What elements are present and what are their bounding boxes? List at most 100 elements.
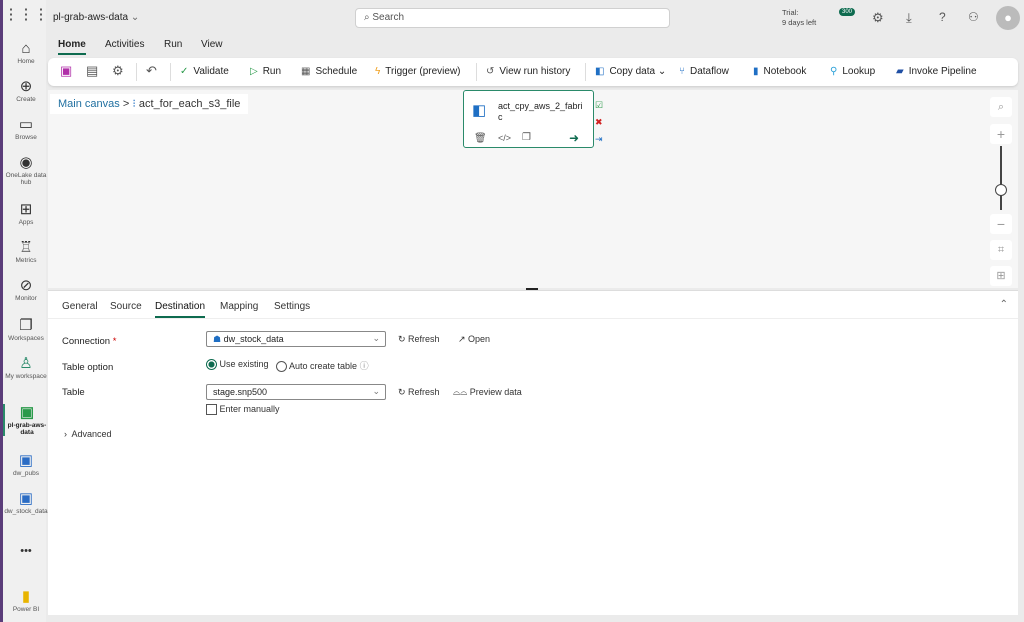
metrics-icon: ♖: [19, 239, 33, 256]
tab-mapping[interactable]: Mapping: [220, 301, 258, 312]
select-value: stage.snp500: [213, 387, 268, 397]
create-icon: ⊕: [19, 78, 33, 95]
nav-dw-pubs[interactable]: ▣ dw_pubs: [3, 452, 49, 477]
nav-label: Browse: [15, 134, 37, 141]
on-completion-icon[interactable]: ⇥: [595, 134, 603, 145]
app-launcher-icon[interactable]: ⋮⋮⋮: [3, 6, 49, 24]
lookup-button[interactable]: ⚲ Lookup: [830, 66, 875, 77]
on-fail-icon[interactable]: ✖: [595, 117, 603, 128]
add-output-icon[interactable]: ➜: [569, 131, 579, 145]
table-option-label: Table option: [62, 362, 114, 373]
delete-icon[interactable]: 🗑: [474, 133, 487, 144]
nav-workspaces[interactable]: ❐ Workspaces: [3, 317, 49, 342]
schedule-button[interactable]: ▦ Schedule: [301, 66, 357, 77]
nav-monitor[interactable]: ⊘ Monitor: [3, 277, 49, 302]
nav-label: OneLake data hub: [5, 172, 47, 186]
validate-button[interactable]: ✓ Validate: [180, 66, 229, 77]
collapse-panel-icon[interactable]: ⌃: [1000, 299, 1008, 310]
table-refresh-button[interactable]: ↻ Refresh: [398, 387, 440, 398]
button-label: Refresh: [408, 387, 440, 397]
notebook-button[interactable]: ▮ Notebook: [753, 66, 806, 77]
canvas-search-icon[interactable]: ⌕: [990, 97, 1012, 117]
invoke-pipeline-button[interactable]: ▰ Invoke Pipeline: [896, 66, 977, 77]
tab-home[interactable]: Home: [58, 39, 86, 55]
invoke-pipeline-icon: ▰: [896, 66, 904, 77]
zoom-in-icon[interactable]: +: [990, 124, 1012, 144]
nav-onelake[interactable]: ◉ OneLake data hub: [3, 154, 49, 186]
nav-power-bi[interactable]: ▮ Power BI: [3, 588, 49, 613]
nav-pipeline-item[interactable]: ▣ pl-grab-aws-data: [3, 404, 49, 436]
nav-browse[interactable]: ▭ Browse: [3, 116, 49, 141]
copy-data-button[interactable]: ◧ Copy data ⌄: [595, 66, 666, 77]
auto-create-table-radio[interactable]: Auto create table ⓘ: [276, 359, 369, 373]
settings-icon[interactable]: ⚙: [112, 63, 124, 79]
monitor-icon: ⊘: [19, 277, 33, 294]
zoom-slider[interactable]: [1000, 146, 1002, 210]
checkbox: [206, 404, 217, 416]
use-existing-radio[interactable]: Use existing: [206, 359, 269, 371]
more-button[interactable]: •••: [3, 545, 49, 557]
view-run-history-button[interactable]: ↺ View run history: [486, 66, 570, 77]
download-icon[interactable]: ⤓: [906, 10, 912, 26]
auto-align-icon[interactable]: ⊞: [990, 266, 1012, 286]
copy-icon[interactable]: ❐: [522, 132, 531, 143]
info-icon: ⓘ: [359, 361, 369, 371]
undo-icon[interactable]: ↶: [146, 63, 157, 79]
warehouse-icon: ▣: [18, 490, 34, 507]
connection-select[interactable]: ☗ dw_stock_data ⌄: [206, 331, 386, 347]
save-as-icon[interactable]: ▤: [86, 63, 98, 79]
divider: [136, 63, 137, 81]
open-button[interactable]: ↗ Open: [458, 334, 490, 345]
glasses-icon: ⌓⌓: [453, 387, 470, 397]
nav-home[interactable]: ⌂ Home: [3, 40, 49, 65]
run-button[interactable]: ▷ Run: [250, 66, 281, 77]
onelake-icon: ◉: [19, 154, 33, 171]
dataflow-button[interactable]: ⑂ Dataflow: [679, 66, 729, 77]
save-icon[interactable]: ▣: [60, 63, 72, 79]
zoom-slider-thumb[interactable]: [995, 184, 1007, 196]
breadcrumb-root-link[interactable]: Main canvas: [58, 98, 120, 110]
help-icon[interactable]: ?: [939, 10, 946, 24]
search-input[interactable]: ⌕ Search: [355, 8, 670, 28]
nav-label: Create: [16, 96, 36, 103]
table-select[interactable]: stage.snp500 ⌄: [206, 384, 386, 400]
tab-source[interactable]: Source: [110, 301, 142, 312]
nav-dw-stock-data[interactable]: ▣ dw_stock_data: [3, 490, 49, 515]
tab-run[interactable]: Run: [164, 39, 182, 50]
notifications-badge[interactable]: 300: [839, 8, 856, 16]
avatar[interactable]: ●: [996, 6, 1020, 30]
lightning-icon: ϟ: [375, 66, 381, 77]
nav-label: pl-grab-aws-data: [7, 422, 47, 436]
breadcrumb-separator: >: [122, 98, 130, 110]
fit-to-screen-icon[interactable]: ⌗: [990, 240, 1012, 260]
zoom-out-icon[interactable]: −: [990, 214, 1012, 234]
tab-view[interactable]: View: [201, 39, 223, 50]
preview-data-button[interactable]: ⌓⌓ Preview data: [453, 387, 522, 398]
tab-general[interactable]: General: [62, 301, 98, 312]
share-icon[interactable]: ⚇: [968, 10, 979, 24]
nav-metrics[interactable]: ♖ Metrics: [3, 239, 49, 264]
copy-activity-node[interactable]: ◧ act_cpy_aws_2_fabri c 🗑 </> ❐ ➜: [463, 90, 594, 148]
connection-refresh-button[interactable]: ↻ Refresh: [398, 334, 440, 345]
lookup-icon: ⚲: [830, 66, 838, 77]
on-success-icon[interactable]: ☑: [595, 100, 603, 111]
nav-create[interactable]: ⊕ Create: [3, 78, 49, 103]
button-label: Open: [468, 334, 491, 344]
refresh-icon: ↻: [398, 334, 409, 344]
tab-settings[interactable]: Settings: [274, 301, 310, 312]
workspace-item-title[interactable]: pl-grab-aws-data ⌄: [53, 12, 139, 23]
tab-activities[interactable]: Activities: [105, 39, 144, 50]
nav-my-workspace[interactable]: ♙ My workspace: [3, 355, 49, 380]
button-label: Validate: [193, 66, 229, 77]
radio-unselected: [276, 361, 287, 373]
nav-apps[interactable]: ⊞ Apps: [3, 201, 49, 226]
tab-destination[interactable]: Destination: [155, 301, 206, 318]
enter-manually-checkbox[interactable]: Enter manually: [206, 404, 280, 416]
expander-label: Advanced: [71, 429, 112, 439]
code-icon[interactable]: </>: [498, 133, 511, 143]
nav-label: My workspace: [5, 373, 47, 380]
refresh-icon: ↻: [398, 387, 409, 397]
advanced-expander[interactable]: › Advanced: [64, 429, 112, 439]
trigger-button[interactable]: ϟ Trigger (preview): [375, 66, 461, 77]
settings-gear-icon[interactable]: ⚙: [872, 10, 884, 26]
